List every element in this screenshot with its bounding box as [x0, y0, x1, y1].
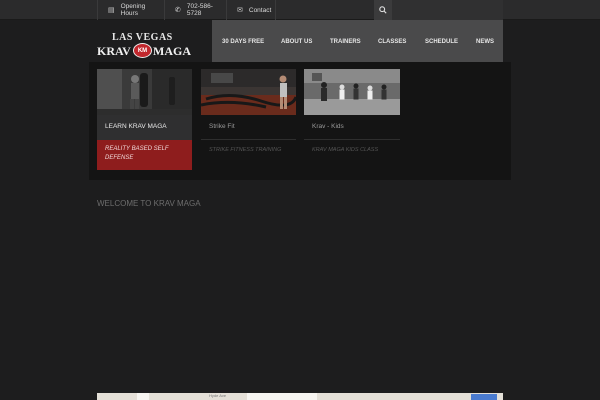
- nav-item-30-days-free[interactable]: 30 DAYS FREE: [222, 39, 264, 45]
- location-map[interactable]: Hyde Ave: [97, 393, 503, 400]
- strike-fit-image[interactable]: [201, 69, 296, 115]
- learn-krav-maga-subtitle: REALITY BASED SELF DEFENSE: [105, 146, 169, 161]
- envelope-icon: ✉: [237, 6, 243, 14]
- krav-kids-image[interactable]: [304, 69, 400, 115]
- map-road: [247, 393, 317, 400]
- logo-badge: KM: [133, 43, 152, 58]
- strike-fit-divider: [201, 139, 296, 140]
- learn-krav-maga-image[interactable]: [97, 69, 192, 115]
- search-button[interactable]: [374, 0, 392, 20]
- krav-kids-divider: [304, 139, 400, 140]
- opening-hours-label: Opening Hours: [120, 3, 146, 17]
- phone-icon: ✆: [175, 6, 181, 14]
- nav-item-classes[interactable]: CLASSES: [378, 39, 406, 45]
- phone-link[interactable]: ✆ 702-586-5728: [164, 0, 226, 20]
- nav-item-trainers[interactable]: TRAINERS: [330, 39, 361, 45]
- contact-label: Contact: [248, 6, 272, 14]
- map-control-button[interactable]: [471, 394, 497, 400]
- contact-link[interactable]: ✉ Contact: [226, 0, 276, 20]
- learn-krav-maga-title[interactable]: LEARN KRAV MAGA: [105, 123, 167, 130]
- site-logo[interactable]: LAS VEGAS KRAV KM MAGA: [97, 32, 197, 62]
- nav-item-about-us[interactable]: ABOUT US: [281, 39, 312, 45]
- nav-item-schedule[interactable]: SCHEDULE: [425, 39, 458, 45]
- opening-hours-link[interactable]: ▤ Opening Hours: [97, 0, 164, 20]
- logo-word-maga: MAGA: [153, 44, 191, 58]
- strike-fit-subtitle: STRIKE FITNESS TRAINING: [209, 147, 282, 153]
- logo-word-krav: KRAV: [97, 44, 131, 58]
- welcome-heading: WELCOME TO KRAV MAGA: [97, 199, 201, 208]
- nav-item-news[interactable]: NEWS: [476, 39, 494, 45]
- search-icon: [379, 6, 387, 14]
- map-road: [137, 393, 149, 400]
- map-street-label: Hyde Ave: [209, 393, 227, 398]
- phone-number: 702-586-5728: [186, 3, 213, 17]
- top-bar: ▤ Opening Hours ✆ 702-586-5728 ✉ Contact: [0, 0, 600, 20]
- logo-line-las-vegas: LAS VEGAS: [112, 32, 173, 43]
- search-input[interactable]: [392, 0, 503, 20]
- strike-fit-title[interactable]: Strike Fit: [209, 123, 235, 130]
- krav-kids-subtitle: KRAV MAGA KIDS CLASS: [312, 147, 379, 153]
- calendar-icon: ▤: [108, 6, 115, 14]
- krav-kids-title[interactable]: Krav - Kids: [312, 123, 344, 130]
- main-nav: 30 DAYS FREE ABOUT US TRAINERS CLASSES S…: [212, 20, 503, 65]
